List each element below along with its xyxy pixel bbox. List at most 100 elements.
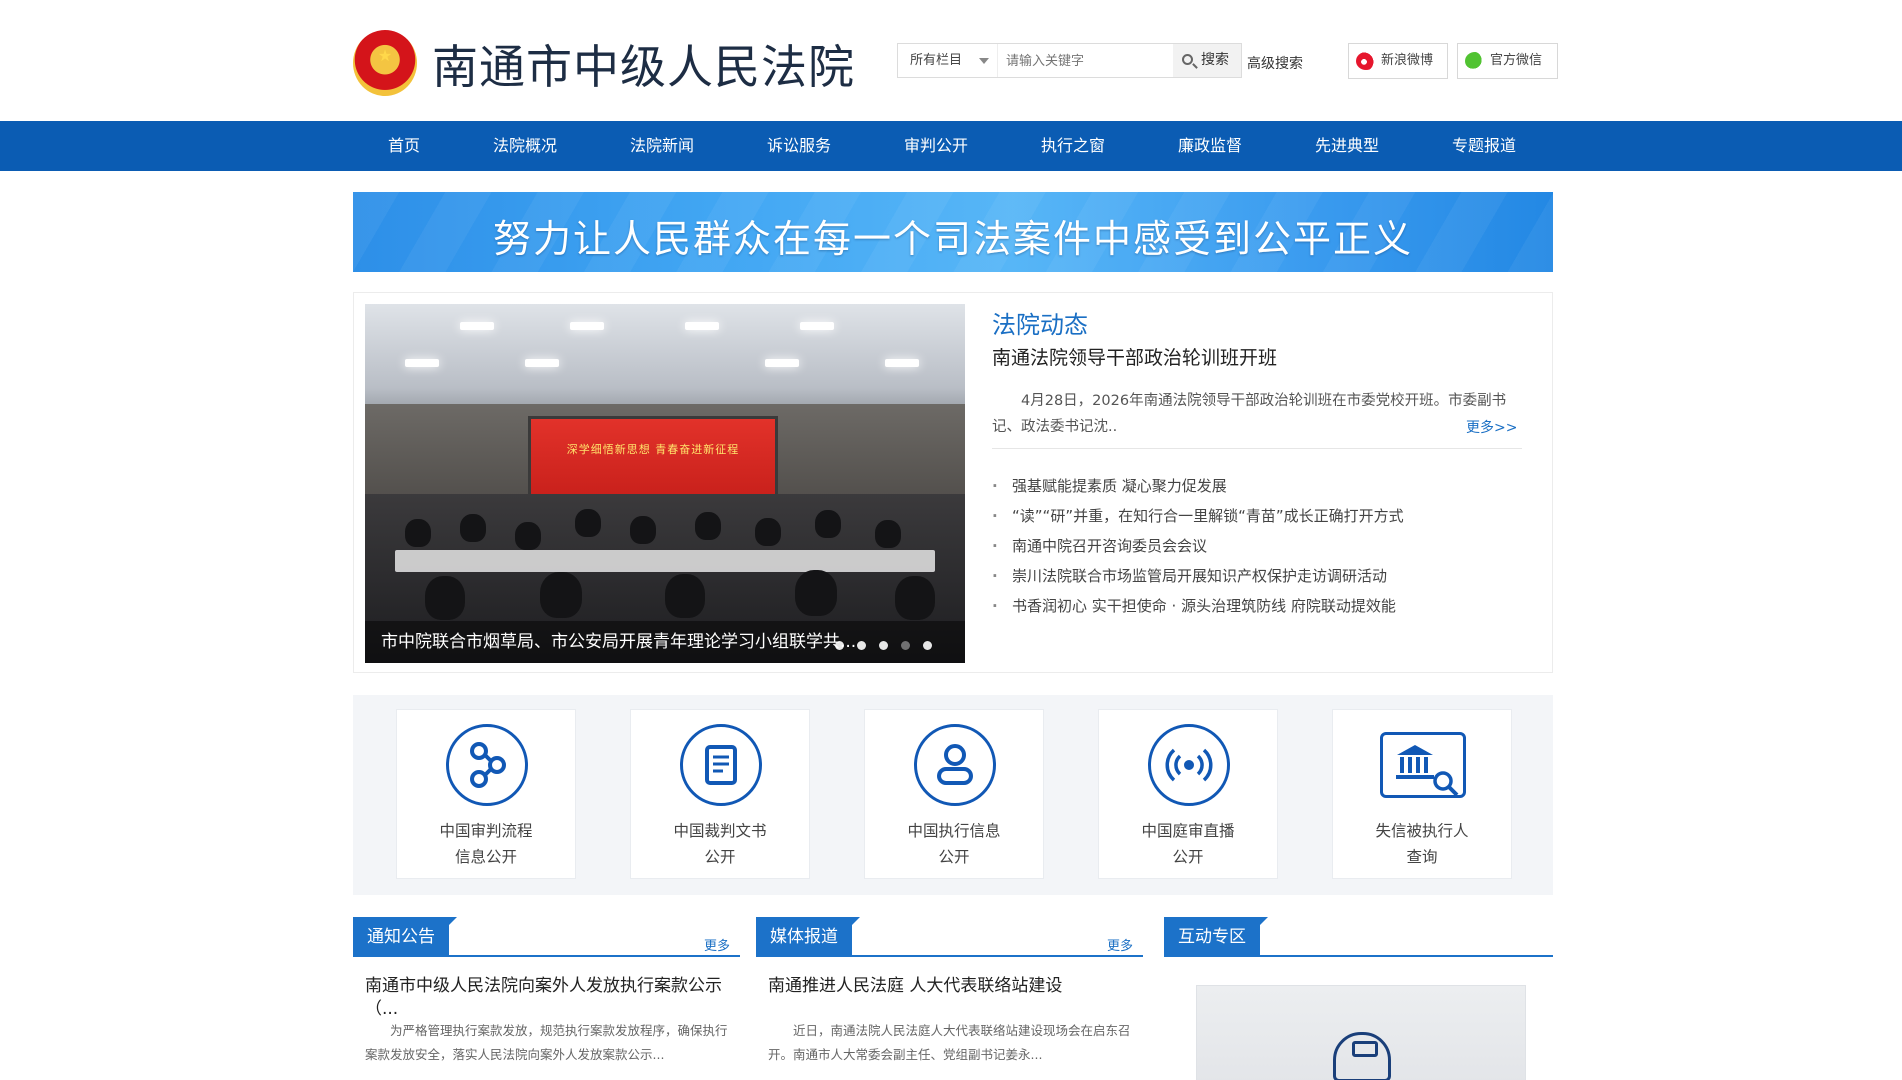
list-item[interactable]: 书香润初心 实干担使命 · 源头治理筑防线 府院联动提效能 <box>992 591 1532 621</box>
search-box: 所有栏目 搜索 <box>897 43 1242 78</box>
interaction-card[interactable] <box>1196 985 1526 1080</box>
slide-photo-person <box>540 572 582 618</box>
divider <box>992 448 1522 449</box>
panel-header: 互动专区 <box>1164 917 1553 957</box>
service-label: 中国执行信息 公开 <box>907 822 1001 866</box>
panel-header: 通知公告 更多 <box>353 917 740 957</box>
nav-item-trial[interactable]: 审判公开 <box>896 121 976 171</box>
slide-caption[interactable]: 市中院联合市烟草局、市公安局开展青年理论学习小组联学共... <box>365 621 965 663</box>
panel-interaction: 互动专区 <box>1164 917 1553 1080</box>
media-more-link[interactable]: 更多 <box>1107 935 1133 954</box>
news-summary: 4月28日，2026年南通法院领导干部政治轮训班在市委党校开班。市委副书记、政法… <box>992 393 1507 435</box>
search-icon <box>1182 54 1193 65</box>
slide-dot-active[interactable] <box>923 641 932 650</box>
banner-text: 努力让人民群众在每一个司法案件中感受到公平正义 <box>492 217 1413 261</box>
news-more-link[interactable]: 更多>> <box>1466 417 1517 437</box>
service-judgment-documents[interactable]: 中国裁判文书 公开 <box>630 709 810 879</box>
service-label: 中国裁判文书 公开 <box>673 822 767 866</box>
panel-media: 媒体报道 更多 南通推进人民法庭 人大代表联络站建设 近日，南通法院人民法庭人大… <box>756 917 1143 1080</box>
nav-item-execution[interactable]: 执行之窗 <box>1033 121 1113 171</box>
document-icon <box>680 724 762 806</box>
panel-header: 媒体报道 更多 <box>756 917 1143 957</box>
news-headline[interactable]: 南通法院领导干部政治轮训班开班 <box>992 343 1277 370</box>
list-item[interactable]: 南通中院召开咨询委员会会议 <box>992 531 1532 561</box>
slide-photo-light <box>405 359 439 367</box>
slide-photo-person <box>630 516 656 544</box>
notice-summary: 为严格管理执行案款发放，规范执行案款发放程序，确保执行案款发放安全，落实人民法院… <box>365 1023 728 1062</box>
slide-photo-person <box>575 509 601 537</box>
slide-photo-person <box>460 514 486 542</box>
nav-item-overview[interactable]: 法院概况 <box>485 121 565 171</box>
broadcast-icon <box>1148 724 1230 806</box>
slide-photo-light <box>765 359 799 367</box>
search-category-label: 所有栏目 <box>910 53 963 68</box>
section-title-court-dynamics[interactable]: 法院动态 <box>992 305 1088 340</box>
wechat-label: 官方微信 <box>1490 53 1543 68</box>
slide-dot[interactable] <box>835 641 844 650</box>
slide-photo-light <box>885 359 919 367</box>
nav-item-home[interactable]: 首页 <box>372 121 436 171</box>
court-search-icon <box>1380 732 1466 798</box>
panel-notices: 通知公告 更多 南通市中级人民法院向案外人发放执行案款公示（... 为严格管理执… <box>353 917 740 1080</box>
tab-media[interactable]: 媒体报道 <box>756 917 860 957</box>
search-button[interactable]: 搜索 <box>1173 44 1241 77</box>
chevron-down-icon <box>979 58 989 64</box>
weibo-label: 新浪微博 <box>1381 53 1434 68</box>
nav-item-news[interactable]: 法院新闻 <box>622 121 702 171</box>
slide-photo-person <box>695 512 721 540</box>
search-input[interactable] <box>1006 49 1171 73</box>
slide-photo-person <box>875 520 901 548</box>
police-officer-icon <box>1333 1032 1391 1080</box>
service-trial-live[interactable]: 中国庭审直播 公开 <box>1098 709 1278 879</box>
slide-screen-text: 深学细悟新思想 青春奋进新征程 <box>566 443 740 456</box>
nav-item-integrity[interactable]: 廉政监督 <box>1170 121 1250 171</box>
weibo-icon <box>1356 52 1376 70</box>
nav-item-special[interactable]: 专题报道 <box>1444 121 1524 171</box>
advanced-search-link[interactable]: 高级搜索 <box>1247 53 1303 73</box>
service-dishonest-query[interactable]: 失信被执行人 查询 <box>1332 709 1512 879</box>
media-summary: 近日，南通法院人民法庭人大代表联络站建设现场会在启东召开。南通市人大常委会副主任… <box>768 1023 1131 1062</box>
slide-photo-light <box>525 359 559 367</box>
slide-photo-screen: 深学细悟新思想 青春奋进新征程 <box>528 416 778 501</box>
list-item[interactable]: “读”“研”并重，在知行合一里解锁“青苗”成长正确打开方式 <box>992 501 1532 531</box>
list-item[interactable]: 崇川法院联合市场监管局开展知识产权保护走访调研活动 <box>992 561 1532 591</box>
service-execution-info[interactable]: 中国执行信息 公开 <box>864 709 1044 879</box>
wechat-button[interactable]: 官方微信 <box>1457 43 1558 79</box>
tab-notices[interactable]: 通知公告 <box>353 917 457 957</box>
slide-photo-person <box>895 576 935 620</box>
person-icon <box>914 724 996 806</box>
slide-photo-light <box>800 322 834 330</box>
slide-photo-light <box>460 322 494 330</box>
notices-more-link[interactable]: 更多 <box>704 935 730 954</box>
slide-dot[interactable] <box>901 641 910 650</box>
slide-dot[interactable] <box>857 641 866 650</box>
nav-item-models[interactable]: 先进典型 <box>1307 121 1387 171</box>
slogan-banner: 努力让人民群众在每一个司法案件中感受到公平正义 <box>353 192 1553 272</box>
nav-item-litigation[interactable]: 诉讼服务 <box>759 121 839 171</box>
search-category-select[interactable]: 所有栏目 <box>898 44 998 77</box>
service-label: 中国庭审直播 公开 <box>1141 822 1235 866</box>
court-emblem-icon[interactable]: ★ <box>353 30 417 96</box>
slide-photo-person <box>755 518 781 546</box>
share-nodes-icon <box>446 724 528 806</box>
site-title[interactable]: 南通市中级人民法院 <box>432 31 855 97</box>
slide-photo-person <box>795 570 837 616</box>
slide-photo-person <box>425 576 465 620</box>
service-label: 失信被执行人 查询 <box>1375 822 1469 866</box>
public-services: 中国审判流程 信息公开 中国裁判文书 公开 中国执行信息 公开 中国庭审直播 公… <box>353 695 1553 895</box>
list-item[interactable]: 强基赋能提素质 凝心聚力促发展 <box>992 471 1532 501</box>
slide-photo-table <box>395 550 935 572</box>
tab-interaction[interactable]: 互动专区 <box>1164 917 1268 957</box>
notice-title[interactable]: 南通市中级人民法院向案外人发放执行案款公示（... <box>365 975 728 1021</box>
slide-photo-person <box>665 574 705 618</box>
service-label: 中国审判流程 信息公开 <box>439 822 533 866</box>
media-title[interactable]: 南通推进人民法庭 人大代表联络站建设 <box>768 975 1131 998</box>
slide-dot[interactable] <box>879 641 888 650</box>
service-trial-process[interactable]: 中国审判流程 信息公开 <box>396 709 576 879</box>
news-list: 强基赋能提素质 凝心聚力促发展 “读”“研”并重，在知行合一里解锁“青苗”成长正… <box>992 471 1532 621</box>
news-slideshow[interactable]: 深学细悟新思想 青春奋进新征程 市中院联合市烟草局、市公安局开展青年理论学习小组… <box>365 304 965 663</box>
slide-photo-person <box>405 519 431 547</box>
weibo-button[interactable]: 新浪微博 <box>1348 43 1448 79</box>
slide-photo-person <box>515 522 541 550</box>
main-nav: 首页 法院概况 法院新闻 诉讼服务 审判公开 执行之窗 廉政监督 先进典型 专题… <box>0 121 1902 171</box>
